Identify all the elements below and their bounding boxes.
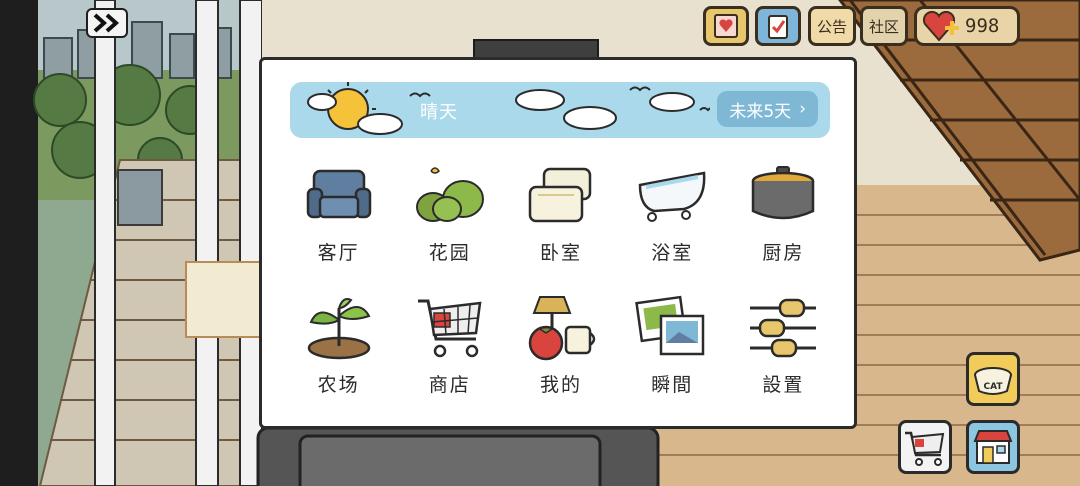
menu-item-label: 商店 [428, 374, 471, 396]
tasks-button[interactable] [755, 6, 801, 46]
menu-item-label: 設置 [762, 374, 805, 396]
menu-item-settings[interactable]: 設置 [728, 290, 839, 422]
notice-label: 公告 [817, 17, 848, 36]
sun-clouds-icon [307, 82, 710, 135]
bush-icon [408, 158, 492, 232]
hearts-count: 998 [965, 15, 1000, 37]
chevron-right-icon: › [799, 99, 806, 119]
menu-item-living-room[interactable]: 客厅 [283, 158, 394, 290]
menu-item-garden[interactable]: 花园 [394, 158, 505, 290]
storefront-icon [973, 430, 1013, 464]
clipboard-check-icon [768, 15, 788, 39]
forecast-button[interactable]: 未来5天 › [717, 91, 818, 127]
fast-forward-icon [93, 13, 120, 33]
menu-item-label: 客厅 [317, 242, 360, 264]
cat-food-bowl-icon: CAT [974, 367, 1012, 395]
room-menu-grid: 客厅 花园 卧室 浴室 厨房 农场 商店 我的 瞬間 設置 [283, 158, 839, 422]
menu-item-farm[interactable]: 农场 [283, 290, 394, 422]
pillows-icon [519, 158, 603, 232]
sliders-icon [741, 290, 825, 364]
hearts-counter[interactable]: 998 [914, 6, 1020, 46]
community-label: 社区 [869, 17, 900, 36]
store-button[interactable] [966, 420, 1020, 474]
notice-button[interactable]: 公告 [808, 6, 856, 46]
cooking-pot-icon [741, 158, 825, 232]
menu-item-label: 卧室 [539, 242, 582, 264]
community-button[interactable]: 社区 [860, 6, 908, 46]
menu-item-label: 农场 [317, 374, 360, 396]
cat-food-button[interactable]: CAT [966, 352, 1020, 406]
shopping-cart-icon [905, 431, 945, 466]
menu-item-label: 浴室 [651, 242, 694, 264]
sprout-icon [297, 290, 381, 364]
heart-plus-icon [922, 10, 959, 42]
main-menu-panel: 晴天 未来5天 › 客厅 花园 卧室 浴室 厨房 农场 商店 我的 瞬間 設置 [259, 57, 857, 429]
heart-book-icon [714, 14, 738, 38]
menu-item-label: 花园 [428, 242, 471, 264]
lamp-tomato-mug-icon [519, 290, 603, 364]
diary-button[interactable] [703, 6, 749, 46]
menu-item-label: 瞬間 [651, 374, 694, 396]
menu-item-bedroom[interactable]: 卧室 [505, 158, 616, 290]
photos-icon [630, 290, 714, 364]
bathtub-icon [630, 158, 714, 232]
shopping-cart-icon [408, 290, 492, 364]
armchair-icon [297, 158, 381, 232]
game-scene: 公告 社区 998 晴天 未来5天 › 客厅 花园 卧室 浴室 厨房 农场 商店… [0, 0, 1080, 486]
menu-item-shop[interactable]: 商店 [394, 290, 505, 422]
menu-item-mine[interactable]: 我的 [505, 290, 616, 422]
forecast-label: 未来5天 [729, 101, 792, 122]
menu-item-label: 我的 [539, 374, 582, 396]
weather-bar: 晴天 未来5天 › [290, 82, 830, 138]
menu-item-label: 厨房 [762, 242, 805, 264]
cat-food-label: CAT [983, 382, 1003, 392]
menu-item-bathroom[interactable]: 浴室 [617, 158, 728, 290]
fast-forward-button[interactable] [86, 8, 128, 38]
menu-item-kitchen[interactable]: 厨房 [728, 158, 839, 290]
weather-label: 晴天 [420, 102, 458, 123]
shop-cart-button[interactable] [898, 420, 952, 474]
menu-item-moments[interactable]: 瞬間 [617, 290, 728, 422]
